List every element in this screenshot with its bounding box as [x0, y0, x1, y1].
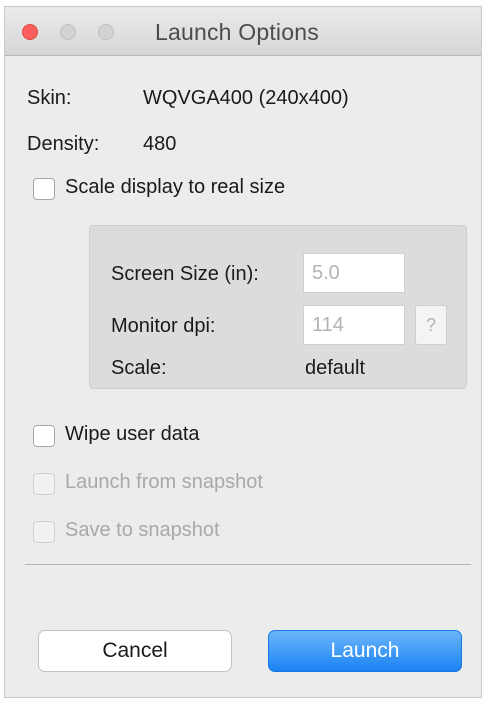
- scale-label: Scale:: [111, 357, 167, 379]
- monitor-dpi-input[interactable]: 114: [303, 305, 405, 345]
- divider: [25, 564, 471, 565]
- zoom-window-button[interactable]: [98, 24, 114, 40]
- cancel-button[interactable]: Cancel: [38, 630, 232, 672]
- skin-label: Skin:: [27, 87, 72, 109]
- scale-value: default: [305, 357, 366, 379]
- wipe-user-data-checkbox[interactable]: [33, 425, 55, 447]
- close-window-button[interactable]: [22, 24, 38, 40]
- screen-size-label: Screen Size (in):: [111, 263, 259, 285]
- launch-from-snapshot-checkbox[interactable]: [33, 473, 55, 495]
- minimize-window-button[interactable]: [60, 24, 76, 40]
- wipe-user-data-label[interactable]: Wipe user data: [65, 423, 200, 446]
- save-to-snapshot-checkbox[interactable]: [33, 521, 55, 543]
- scale-display-checkbox[interactable]: [33, 178, 55, 200]
- launch-from-snapshot-label[interactable]: Launch from snapshot: [65, 471, 263, 494]
- scale-settings-group: Screen Size (in): 5.0 Monitor dpi: 114 ?…: [89, 225, 467, 389]
- dpi-help-button[interactable]: ?: [415, 305, 447, 345]
- screen-size-input[interactable]: 5.0: [303, 253, 405, 293]
- scale-display-label[interactable]: Scale display to real size: [65, 176, 285, 199]
- density-label: Density:: [27, 133, 100, 155]
- title-bar: Launch Options: [5, 7, 481, 56]
- launch-options-dialog: Launch Options Skin: WQVGA400 (240x400) …: [4, 6, 482, 698]
- save-to-snapshot-label[interactable]: Save to snapshot: [65, 519, 220, 542]
- monitor-dpi-label: Monitor dpi:: [111, 315, 216, 337]
- window-title: Launch Options: [155, 19, 319, 45]
- skin-value: WQVGA400 (240x400): [143, 87, 349, 109]
- launch-button[interactable]: Launch: [268, 630, 462, 672]
- density-value: 480: [143, 133, 177, 155]
